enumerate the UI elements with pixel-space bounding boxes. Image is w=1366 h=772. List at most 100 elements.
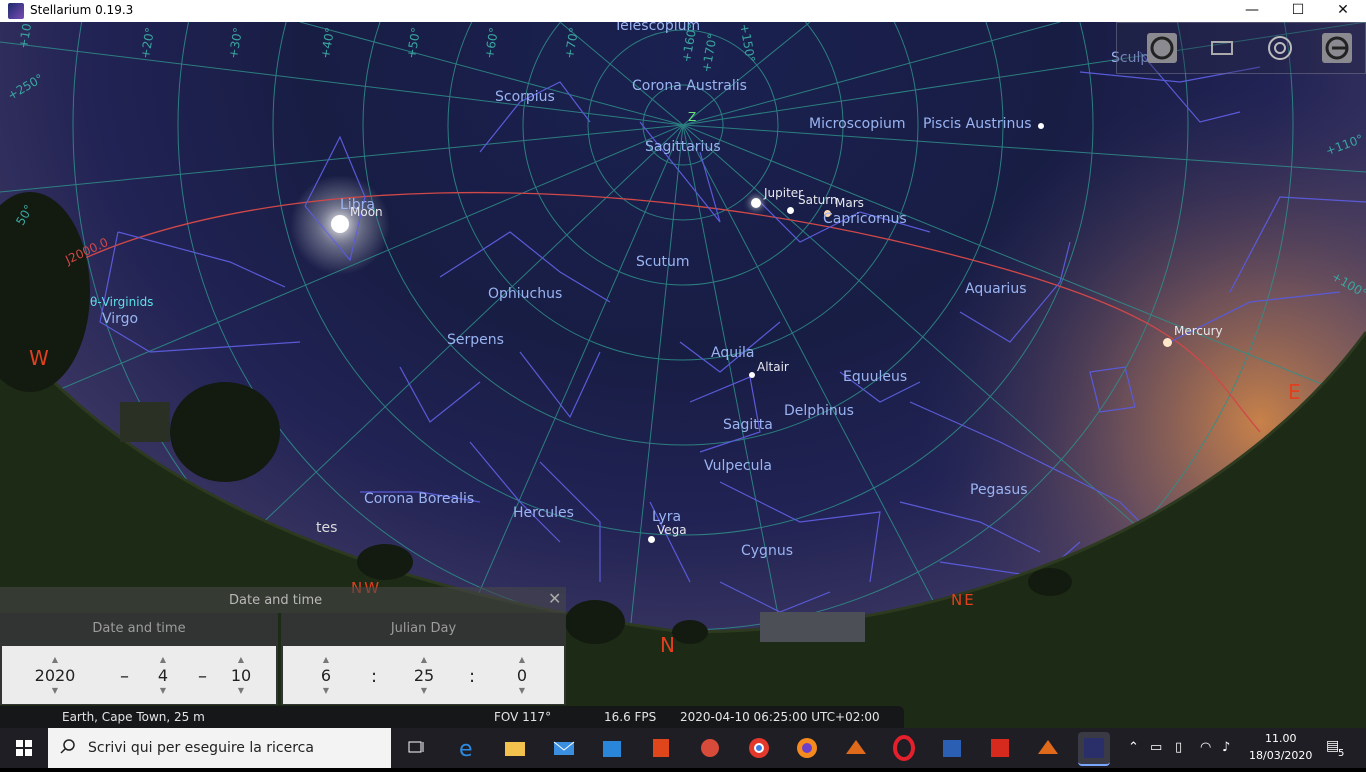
acrobat-icon[interactable] (984, 732, 1016, 764)
date-caption: Date and time (92, 621, 186, 636)
search-icon (60, 739, 75, 754)
constellation-label: Sagitta (723, 417, 773, 433)
battery-icon[interactable]: ▯ (1175, 740, 1182, 755)
minimize-button[interactable]: — (1229, 0, 1275, 22)
planet-label: Mercury (1174, 324, 1223, 338)
volume-icon[interactable]: ♪ (1222, 740, 1230, 755)
cardinal-northeast: NE (951, 591, 976, 609)
maximize-button[interactable]: ☐ (1275, 0, 1321, 22)
constellation-label: Sagittarius (645, 139, 721, 155)
constellation-label: Corona Australis (632, 78, 747, 94)
word-icon[interactable] (936, 732, 968, 764)
constellation-label: Ophiuchus (488, 286, 563, 302)
julian-caption: Julian Day (390, 621, 457, 636)
cardinal-east: E (1288, 380, 1301, 404)
constellation-label: Cygnus (741, 543, 793, 559)
view-options-panel (1116, 22, 1366, 74)
constellation-label: Corona Borealis (364, 491, 475, 507)
date-section: Date and time ▲ 2020 ▼ – ▲ 4 ▼ – ▲ 10 ▼ (0, 613, 278, 705)
wifi-icon[interactable]: ◠ (1200, 740, 1211, 755)
second-spinbox[interactable]: ▲ 0 ▼ (497, 654, 547, 697)
chrome-icon[interactable] (743, 732, 775, 764)
firefox-icon[interactable] (791, 732, 823, 764)
constellation-label: Hercules (513, 505, 574, 521)
edge-browser-icon[interactable]: e (451, 732, 483, 764)
dialog-header[interactable]: Date and time ✕ (0, 587, 566, 613)
notification-count: 5 (1338, 748, 1345, 759)
target-icon[interactable] (1265, 33, 1295, 63)
window-toggle-button[interactable] (1207, 33, 1237, 63)
constellation-label: Scorpius (495, 89, 555, 105)
constellation-label: Scutum (636, 254, 690, 270)
date-separator: – (120, 666, 129, 687)
datetime-text[interactable]: 2020-04-10 06:25:00 UTC+02:00 (680, 710, 880, 724)
constellation-label: Piscis Austrinus (923, 116, 1032, 132)
close-window-button[interactable]: ✕ (1320, 0, 1366, 22)
clock-time[interactable]: 11.00 (1265, 732, 1297, 745)
constellation-label: Capricornus (823, 211, 907, 227)
constellation-label: Vulpecula (704, 458, 772, 474)
hour-spinbox[interactable]: ▲ 6 ▼ (301, 654, 351, 697)
file-explorer-icon[interactable] (499, 732, 531, 764)
cardinal-north: N (660, 633, 675, 657)
quit-button[interactable] (1322, 33, 1352, 63)
task-view-icon[interactable] (400, 732, 432, 764)
office-icon[interactable] (645, 732, 677, 764)
time-section: Julian Day ▲ 6 ▼ : ▲ 25 ▼ : ▲ 0 ▼ (281, 613, 566, 705)
year-spinbox[interactable]: ▲ 2020 ▼ (30, 654, 80, 697)
time-separator: : (469, 666, 476, 687)
cardinal-west: W (29, 346, 49, 370)
constellation-label: Serpens (447, 332, 504, 348)
moon-disk[interactable] (331, 215, 349, 233)
location-text[interactable]: Earth, Cape Town, 25 m (62, 710, 205, 724)
title-bar: Stellarium 0.19.3 — ☐ ✕ (0, 0, 1366, 22)
planet-label: Mars (835, 196, 864, 210)
close-icon[interactable]: ✕ (548, 589, 561, 608)
matlab-icon[interactable] (840, 732, 872, 764)
saturn-dot[interactable] (787, 207, 794, 214)
constellation-label: Pegasus (970, 482, 1028, 498)
planet-label: Saturn (798, 193, 838, 207)
star-dot (1038, 123, 1044, 129)
mail-icon[interactable] (548, 732, 580, 764)
zenith-label: Z (688, 110, 697, 124)
photos-icon[interactable] (694, 732, 726, 764)
star-label: Vega (657, 523, 687, 537)
minute-spinbox[interactable]: ▲ 25 ▼ (399, 654, 449, 697)
chevron-up-icon[interactable]: ⌃ (1128, 740, 1139, 755)
month-spinbox[interactable]: ▲ 4 ▼ (138, 654, 188, 697)
window-title: Stellarium 0.19.3 (30, 3, 134, 17)
building (760, 612, 865, 642)
clock-date[interactable]: 18/03/2020 (1249, 749, 1312, 762)
stellarium-taskbar-icon[interactable] (1078, 732, 1110, 766)
mercury-dot[interactable] (1163, 338, 1172, 347)
star-label: Altair (757, 360, 789, 374)
vega-dot[interactable] (648, 536, 655, 543)
jupiter-dot[interactable] (751, 198, 761, 208)
status-bar: Earth, Cape Town, 25 m FOV 117° 16.6 FPS… (0, 706, 904, 728)
network-icon[interactable]: ▭ (1150, 740, 1162, 755)
altair-dot[interactable] (749, 372, 755, 378)
opera-icon[interactable] (888, 732, 920, 764)
constellation-label: Microscopium (809, 116, 906, 132)
dialog-title: Date and time (229, 593, 323, 608)
date-time-dialog: Date and time ✕ Date and time ▲ 2020 ▼ – ▲… (0, 587, 566, 705)
partial-label: tes (316, 520, 338, 536)
fov-text: FOV 117° (494, 710, 552, 724)
day-spinbox[interactable]: ▲ 10 ▼ (216, 654, 266, 697)
planet-label: Moon (350, 205, 383, 219)
taskbar: Scrivi qui per eseguire la ricerca e ⌃ ▭… (0, 728, 1366, 768)
constellation-label: Aquarius (965, 281, 1027, 297)
constellation-label: Delphinus (784, 403, 854, 419)
stellarium-app-icon (8, 3, 24, 19)
search-placeholder: Scrivi qui per eseguire la ricerca (88, 740, 314, 756)
time-separator: : (371, 666, 378, 687)
eye-toggle-button[interactable] (1147, 33, 1177, 63)
constellation-label: Aquila (711, 345, 755, 361)
meteor-shower-label: θ-Virginids (90, 295, 154, 309)
store-icon[interactable] (596, 732, 628, 764)
constellation-label: Virgo (102, 311, 139, 327)
windows-start-button[interactable] (0, 728, 48, 768)
taskbar-search-box[interactable]: Scrivi qui per eseguire la ricerca (48, 728, 391, 768)
matlab-icon[interactable] (1032, 732, 1064, 764)
